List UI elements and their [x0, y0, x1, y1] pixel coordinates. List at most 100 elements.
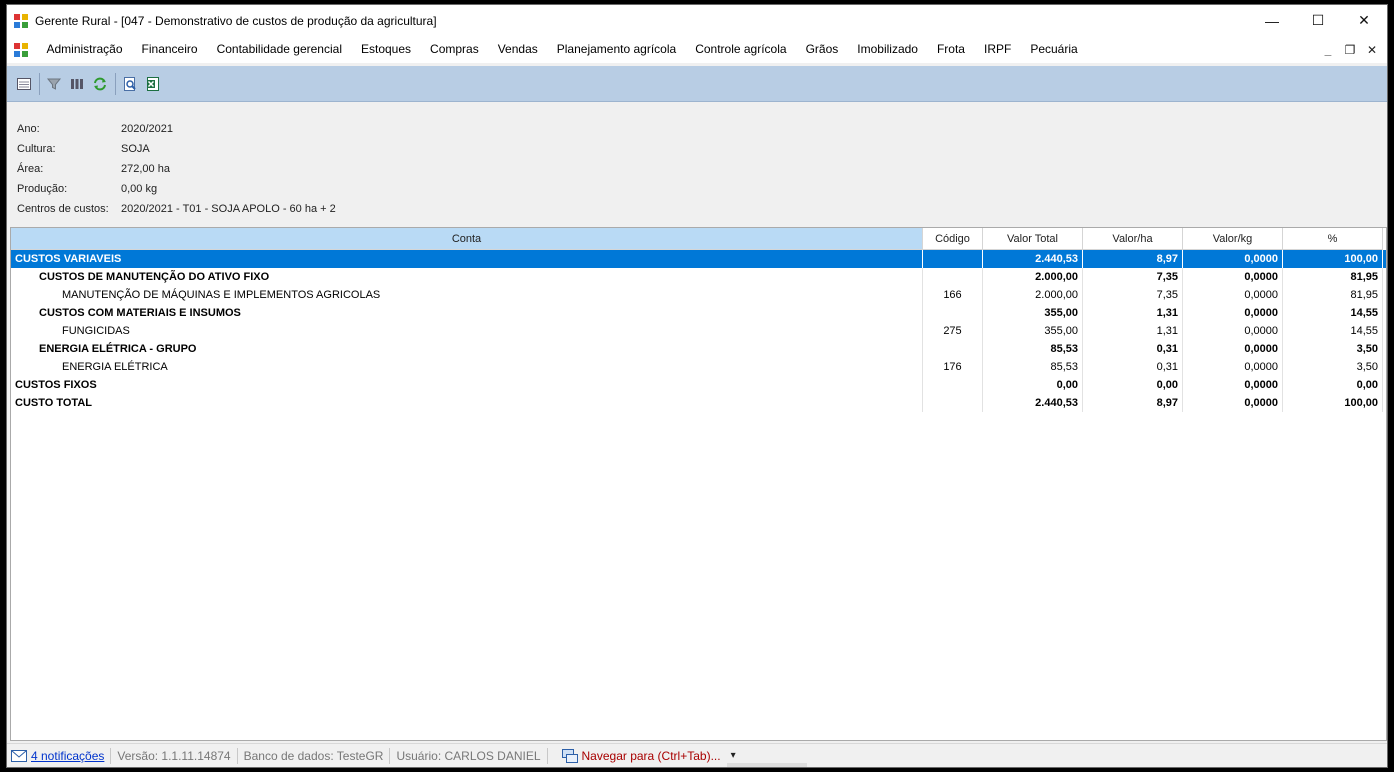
notifications-link[interactable]: 4 notificações [31, 749, 104, 763]
cell-pct: 81,95 [1283, 286, 1383, 304]
filter-icon[interactable] [43, 73, 65, 95]
cell-valor-total: 2.440,53 [983, 250, 1083, 268]
maximize-button[interactable]: ☐ [1295, 5, 1341, 36]
excel-export-icon[interactable] [142, 73, 164, 95]
menu-controle-agricola[interactable]: Controle agrícola [686, 36, 796, 63]
cost-grid[interactable]: Conta Código Valor Total Valor/ha Valor/… [10, 227, 1387, 741]
status-separator [389, 747, 391, 764]
table-row[interactable]: CUSTOS FIXOS 0,00 0,00 0,0000 0,00 [11, 376, 1386, 394]
cell-conta: FUNGICIDAS [11, 322, 923, 340]
mdi-app-icon[interactable] [13, 42, 29, 58]
table-row[interactable]: CUSTO TOTAL 2.440,53 8,97 0,0000 100,00 [11, 394, 1386, 412]
info-ano: Ano: 2020/2021 [17, 119, 336, 139]
toolbar [7, 66, 1387, 102]
column-header-codigo[interactable]: Código [923, 228, 983, 250]
info-value: 0,00 kg [121, 183, 158, 195]
info-cultura: Cultura: SOJA [17, 139, 336, 159]
cell-codigo: 176 [923, 358, 983, 376]
info-value: SOJA [121, 143, 150, 155]
cell-valor-total: 0,00 [983, 376, 1083, 394]
cell-valor-total: 85,53 [983, 340, 1083, 358]
cell-pct: 3,50 [1283, 340, 1383, 358]
table-row[interactable]: FUNGICIDAS 275 355,00 1,31 0,0000 14,55 [11, 322, 1386, 340]
mdi-restore-button[interactable]: ❐ [1339, 43, 1361, 57]
refresh-icon[interactable] [89, 73, 111, 95]
menu-estoques[interactable]: Estoques [351, 36, 420, 63]
menu-vendas[interactable]: Vendas [488, 36, 547, 63]
cell-codigo: 275 [923, 322, 983, 340]
cell-pct: 3,50 [1283, 358, 1383, 376]
cell-codigo [923, 304, 983, 322]
cell-pct: 14,55 [1283, 304, 1383, 322]
table-row[interactable]: ENERGIA ELÉTRICA - GRUPO 85,53 0,31 0,0000 3… [11, 340, 1386, 358]
cell-pct: 81,95 [1283, 268, 1383, 286]
menu-frota[interactable]: Frota [927, 36, 974, 63]
cell-valor-ha: 1,31 [1083, 304, 1183, 322]
cell-conta: ENERGIA ELÉTRICA - GRUPO [11, 340, 923, 358]
toolbar-separator [39, 72, 40, 95]
menu-financeiro[interactable]: Financeiro [132, 36, 207, 63]
table-row[interactable]: CUSTOS COM MATERIAIS E INSUMOS 355,00 1,31… [11, 304, 1386, 322]
report-header: Ano: 2020/2021 Cultura: SOJA Área: 272,0… [17, 119, 336, 219]
cell-conta: CUSTOS FIXOS [11, 376, 923, 394]
menu-imobilizado[interactable]: Imobilizado [848, 36, 928, 63]
mdi-minimize-button[interactable]: _ [1317, 43, 1339, 57]
column-header-conta[interactable]: Conta [11, 228, 923, 250]
menu-compras[interactable]: Compras [421, 36, 489, 63]
menu-graos[interactable]: Grãos [796, 36, 848, 63]
cell-codigo [923, 340, 983, 358]
column-header-valor-total[interactable]: Valor Total [983, 228, 1083, 250]
cell-conta: CUSTO TOTAL [11, 394, 923, 412]
minimize-button[interactable]: — [1249, 5, 1295, 36]
preview-icon[interactable] [119, 73, 141, 95]
cell-valor-ha: 0,00 [1083, 376, 1183, 394]
columns-icon[interactable] [66, 73, 88, 95]
info-label: Centros de custos: [17, 203, 109, 215]
cell-conta: MANUTENÇÃO DE MÁQUINAS E IMPLEMENTOS AGR… [11, 286, 923, 304]
status-separator [236, 747, 238, 764]
app-icon [13, 13, 29, 29]
menu-bar: Administração Financeiro Contabilidade g… [7, 36, 1387, 63]
status-separator [110, 747, 112, 764]
chevron-down-icon[interactable]: ▾ [731, 750, 736, 761]
title-bar[interactable]: Gerente Rural - [047 - Demonstrativo de … [7, 5, 1387, 36]
cell-valor-total: 2.000,00 [983, 286, 1083, 304]
window-title: Gerente Rural - [047 - Demonstrativo de … [35, 13, 437, 28]
menu-irpf[interactable]: IRPF [974, 36, 1020, 63]
menu-planejamento-agricola[interactable]: Planejamento agrícola [547, 36, 685, 63]
cell-codigo [923, 394, 983, 412]
menu-pecuaria[interactable]: Pecuária [1021, 36, 1087, 63]
notifications-item[interactable]: 4 notificações [7, 749, 108, 763]
table-row[interactable]: CUSTOS VARIAVEIS 2.440,53 8,97 0,0000 100,00 [11, 250, 1386, 268]
cell-valor-ha: 1,31 [1083, 322, 1183, 340]
column-header-valor-ha[interactable]: Valor/ha [1083, 228, 1183, 250]
menu-administracao[interactable]: Administração [37, 36, 132, 63]
list-view-icon[interactable] [13, 73, 35, 95]
status-separator [546, 747, 548, 764]
column-header-percent[interactable]: % [1283, 228, 1383, 250]
cell-valor-ha: 8,97 [1083, 250, 1183, 268]
navigate-label[interactable]: Navegar para (Ctrl+Tab)... [582, 749, 721, 763]
table-row[interactable]: ENERGIA ELÉTRICA 176 85,53 0,31 0,0000 3,50 [11, 358, 1386, 376]
grid-header: Conta Código Valor Total Valor/ha Valor/… [11, 228, 1386, 250]
cell-valor-kg: 0,0000 [1183, 286, 1283, 304]
navigate-menu[interactable]: Navegar para (Ctrl+Tab)... ▾ [558, 748, 740, 763]
cell-valor-total: 85,53 [983, 358, 1083, 376]
menu-contabilidade-gerencial[interactable]: Contabilidade gerencial [207, 36, 351, 63]
status-bar: 4 notificações Versão: 1.1.11.14874 Banc… [7, 743, 1387, 767]
info-label: Cultura: [17, 143, 56, 155]
column-header-valor-kg[interactable]: Valor/kg [1183, 228, 1283, 250]
cell-valor-kg: 0,0000 [1183, 322, 1283, 340]
app-window: Gerente Rural - [047 - Demonstrativo de … [6, 4, 1388, 768]
version-label: Versão: 1.1.11.14874 [117, 748, 231, 763]
cell-valor-ha: 7,35 [1083, 286, 1183, 304]
cell-valor-total: 2.000,00 [983, 268, 1083, 286]
info-centros-de-custos: Centros de custos: 2020/2021 - T01 - SOJ… [17, 199, 336, 219]
cell-valor-kg: 0,0000 [1183, 340, 1283, 358]
cell-valor-total: 355,00 [983, 322, 1083, 340]
table-row[interactable]: CUSTOS DE MANUTENÇÃO DO ATIVO FIXO 2.000,… [11, 268, 1386, 286]
close-button[interactable]: ✕ [1341, 5, 1387, 36]
scroll-strip [727, 763, 807, 767]
mdi-close-button[interactable]: ✕ [1361, 43, 1383, 57]
table-row[interactable]: MANUTENÇÃO DE MÁQUINAS E IMPLEMENTOS AGR… [11, 286, 1386, 304]
